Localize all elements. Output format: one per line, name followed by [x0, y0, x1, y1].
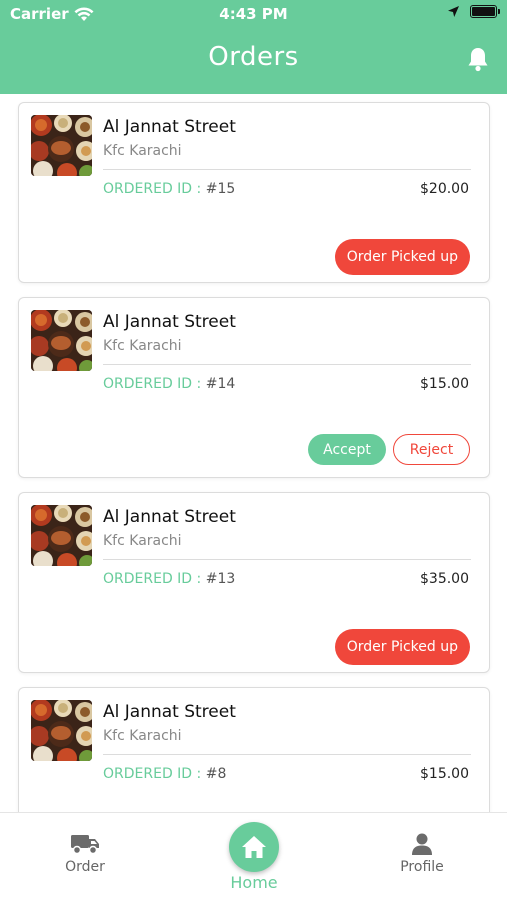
order-id: #14	[205, 376, 236, 392]
order-branch: Kfc Karachi	[103, 338, 182, 354]
divider	[103, 364, 471, 365]
orders-list[interactable]: Al Jannat Street Kfc Karachi ORDERED ID …	[0, 94, 507, 812]
truck-icon	[71, 835, 99, 855]
bottom-tab-bar: Order Home Profile	[0, 812, 507, 900]
order-card[interactable]: Al Jannat Street Kfc Karachi ORDERED ID …	[18, 102, 490, 283]
home-icon	[242, 836, 266, 858]
app-header: Carrier 4:43 PM Orders	[0, 0, 507, 94]
order-id-label: ORDERED ID :	[103, 766, 202, 782]
order-id-row: ORDERED ID : #15	[103, 181, 471, 197]
order-branch: Kfc Karachi	[103, 533, 182, 549]
order-id: #8	[205, 766, 227, 782]
food-thumbnail	[31, 115, 92, 176]
order-branch: Kfc Karachi	[103, 728, 182, 744]
battery-icon	[470, 5, 500, 18]
divider	[103, 169, 471, 170]
order-branch: Kfc Karachi	[103, 143, 182, 159]
order-card[interactable]: Al Jannat Street Kfc Karachi ORDERED ID …	[18, 297, 490, 478]
tab-home-label[interactable]: Home	[214, 873, 294, 892]
order-id-row: ORDERED ID : #14	[103, 376, 471, 392]
order-id-row: ORDERED ID : #13	[103, 571, 471, 587]
accept-button[interactable]: Accept	[308, 434, 386, 465]
order-street: Al Jannat Street	[103, 507, 236, 527]
order-price: $35.00	[420, 571, 469, 587]
order-street: Al Jannat Street	[103, 117, 236, 137]
home-button[interactable]	[229, 822, 279, 872]
reject-button[interactable]: Reject	[393, 434, 470, 465]
food-thumbnail	[31, 505, 92, 566]
order-id-row: ORDERED ID : #8	[103, 766, 471, 782]
food-thumbnail	[31, 310, 92, 371]
order-id-label: ORDERED ID :	[103, 376, 202, 392]
tab-order[interactable]: Order	[45, 813, 125, 875]
order-id: #15	[205, 181, 236, 197]
order-card[interactable]: Al Jannat Street Kfc Karachi ORDERED ID …	[18, 687, 490, 812]
order-id-label: ORDERED ID :	[103, 571, 202, 587]
tab-profile[interactable]: Profile	[382, 813, 462, 875]
location-arrow-icon	[448, 6, 459, 17]
order-id: #13	[205, 571, 236, 587]
tab-order-label: Order	[65, 859, 105, 875]
order-picked-up-button[interactable]: Order Picked up	[334, 629, 470, 665]
divider	[103, 559, 471, 560]
divider	[103, 754, 471, 755]
order-street: Al Jannat Street	[103, 702, 236, 722]
page-title: Orders	[208, 42, 299, 72]
person-icon	[412, 833, 432, 855]
status-right	[447, 5, 500, 18]
order-price: $20.00	[420, 181, 469, 197]
tab-profile-label: Profile	[400, 859, 444, 875]
status-time: 4:43 PM	[219, 5, 288, 23]
status-bar: Carrier 4:43 PM	[0, 0, 507, 28]
order-id-label: ORDERED ID :	[103, 181, 202, 197]
order-picked-up-button[interactable]: Order Picked up	[334, 239, 470, 275]
order-price: $15.00	[420, 376, 469, 392]
bell-icon[interactable]	[467, 46, 489, 72]
food-thumbnail	[31, 700, 92, 761]
order-street: Al Jannat Street	[103, 312, 236, 332]
order-card[interactable]: Al Jannat Street Kfc Karachi ORDERED ID …	[18, 492, 490, 673]
order-price: $15.00	[420, 766, 469, 782]
